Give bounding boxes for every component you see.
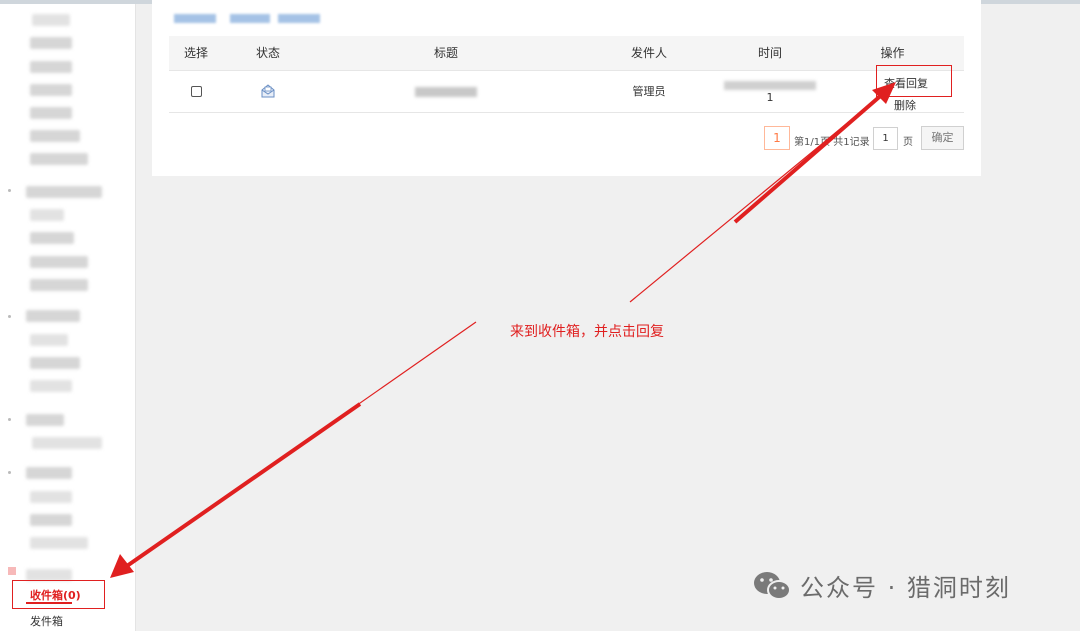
wechat-icon	[754, 571, 791, 600]
annotation-arrows	[110, 82, 896, 578]
watermark-text: 公众号 · 猎洞时刻	[800, 574, 1011, 602]
annotation-text: 来到收件箱，并点击回复	[510, 324, 664, 340]
watermark: 公众号 · 猎洞时刻	[752, 568, 1011, 603]
